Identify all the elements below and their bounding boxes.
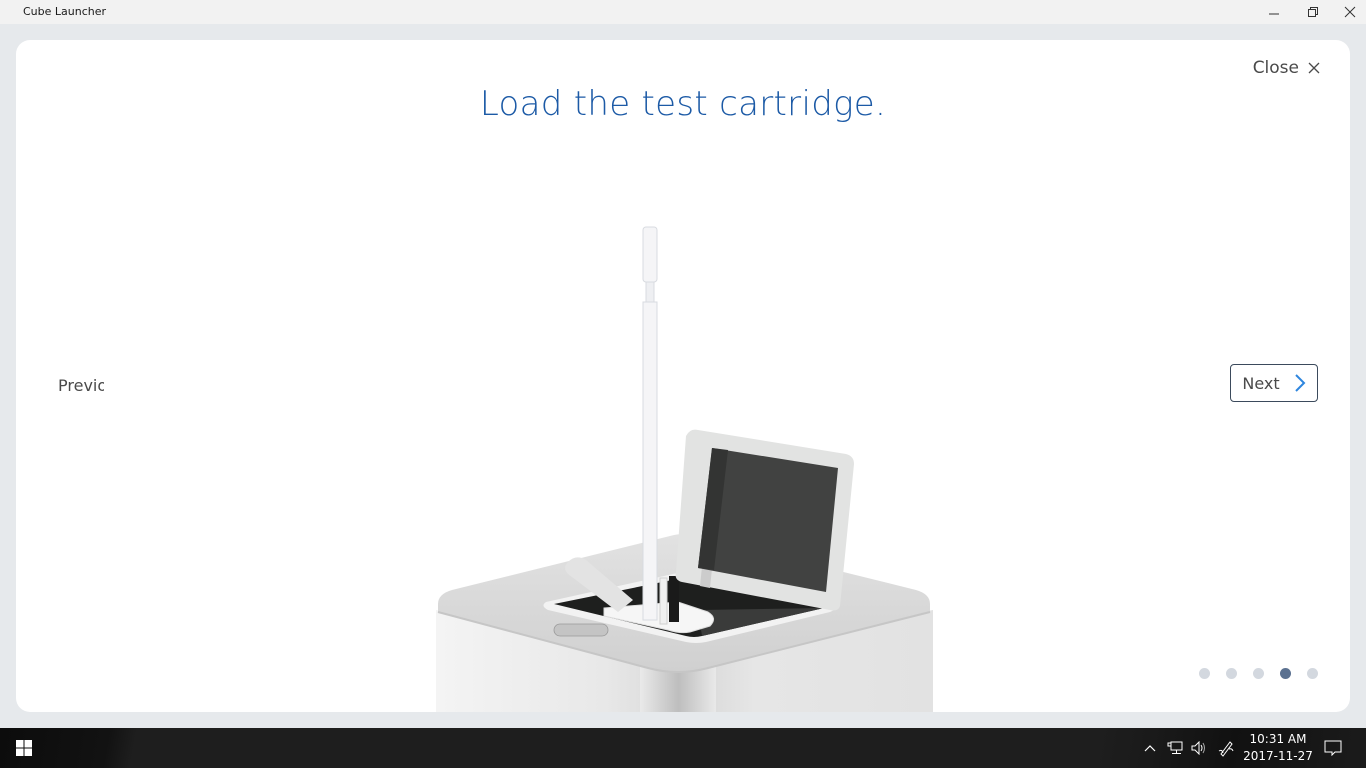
chevron-right-icon (1294, 374, 1306, 392)
show-hidden-icons-button[interactable] (1140, 728, 1160, 768)
close-icon (1344, 6, 1356, 18)
restore-icon (1308, 7, 1318, 17)
previous-button[interactable]: Previous (46, 370, 104, 400)
network-icon (1167, 741, 1183, 754)
volume-button[interactable] (1188, 728, 1210, 768)
clock-time: 10:31 AM (1249, 732, 1307, 746)
taskbar: 10:31 AM 2017-11-27 (0, 728, 1366, 768)
title-bar: Cube Launcher (0, 0, 1366, 24)
step-headline: Load the test cartridge. (479, 84, 887, 124)
clock-date: 2017-11-27 (1243, 749, 1313, 763)
previous-label: Previous (58, 375, 104, 395)
windows-logo-icon (16, 740, 32, 756)
next-button[interactable]: Next (1230, 364, 1318, 402)
step-indicator (1199, 668, 1318, 679)
window-title: Cube Launcher (23, 5, 107, 18)
close-x-icon (1308, 62, 1320, 74)
step-dot-3[interactable] (1253, 668, 1264, 679)
chevron-up-icon (1144, 745, 1156, 752)
volume-icon (1191, 741, 1205, 755)
minimize-button[interactable] (1255, 0, 1293, 24)
step-dot-2[interactable] (1226, 668, 1237, 679)
restore-button[interactable] (1294, 0, 1332, 24)
close-label: Close (1252, 58, 1299, 78)
pen-icon (1218, 741, 1234, 757)
close-button[interactable]: Close (1253, 58, 1320, 78)
step-dot-4-active[interactable] (1280, 668, 1291, 679)
cube-device-illustration (436, 226, 933, 712)
clock[interactable]: 10:31 AM 2017-11-27 (1240, 731, 1316, 765)
start-button[interactable] (0, 728, 48, 768)
network-button[interactable] (1164, 728, 1186, 768)
action-center-button[interactable] (1320, 728, 1346, 768)
step-dot-5[interactable] (1307, 668, 1318, 679)
next-label: Next (1242, 373, 1280, 393)
pen-workspace-button[interactable] (1214, 728, 1238, 768)
close-window-button[interactable] (1331, 0, 1366, 24)
step-dot-1[interactable] (1199, 668, 1210, 679)
wizard-card: Close Load the test cartridge. Previous … (16, 40, 1350, 712)
minimize-icon (1269, 13, 1279, 15)
action-center-icon (1324, 740, 1342, 756)
